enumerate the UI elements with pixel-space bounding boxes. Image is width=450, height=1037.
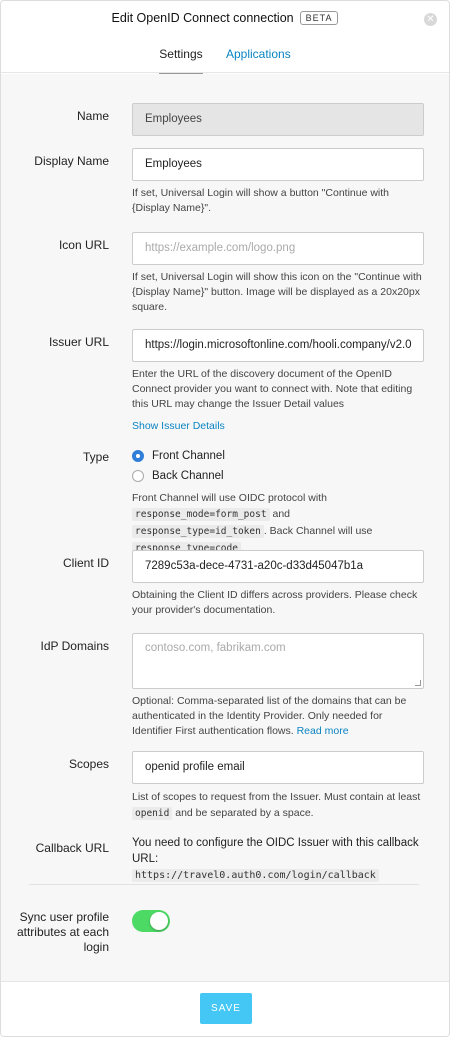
client-id-input[interactable]: 7289c53a-dece-4731-a20c-d33d45047b1a [132, 550, 424, 583]
toggle-knob [150, 912, 168, 930]
idp-domains-help: Optional: Comma-separated list of the do… [132, 695, 407, 737]
front-channel-option[interactable]: Front Channel [132, 446, 424, 466]
scopes-help: List of scopes to request from the Issue… [132, 791, 421, 820]
icon-url-help: If set, Universal Login will show this i… [132, 271, 422, 313]
modal-header: Edit OpenID Connect connection BETA ✕ Set… [1, 1, 449, 74]
code-openid: openid [132, 807, 173, 820]
issuer-url-help: Enter the URL of the discovery document … [132, 368, 413, 410]
tab-applications[interactable]: Applications [226, 47, 291, 71]
back-channel-label: Back Channel [152, 470, 224, 482]
icon-url-input[interactable]: https://example.com/logo.png [132, 232, 424, 265]
scopes-label: Scopes [68, 757, 109, 771]
display-name-input[interactable]: Employees [132, 148, 424, 181]
code-response-mode: response_mode=form_post [132, 508, 270, 521]
edit-connection-modal: Edit OpenID Connect connection BETA ✕ Set… [0, 0, 450, 1037]
sync-toggle[interactable] [132, 910, 170, 932]
tab-settings[interactable]: Settings [159, 47, 203, 74]
settings-form: Name Employees Display Name Employees If… [1, 74, 449, 981]
display-name-label: Display Name [34, 154, 109, 168]
modal-title-row: Edit OpenID Connect connection BETA [1, 11, 449, 25]
display-name-help: If set, Universal Login will show a butt… [132, 187, 390, 214]
show-issuer-details-link[interactable]: Show Issuer Details [132, 420, 424, 432]
tab-bar: Settings Applications [1, 47, 449, 74]
code-response-type-id-token: response_type=id_token [132, 525, 264, 538]
resize-handle-icon[interactable] [415, 680, 421, 686]
idp-domains-textarea[interactable]: contoso.com, fabrikam.com [132, 633, 424, 689]
issuer-url-input[interactable]: https://login.microsoftonline.com/hooli.… [132, 329, 424, 362]
callback-url-label: Callback URL [35, 841, 109, 855]
save-button[interactable]: SAVE [200, 993, 252, 1024]
type-help: Front Channel will use OIDC protocol wit… [132, 492, 373, 555]
modal-footer: SAVE [1, 981, 449, 1036]
client-id-label: Client ID [62, 556, 109, 570]
callback-url-text: You need to configure the OIDC Issuer wi… [132, 837, 419, 865]
close-icon[interactable]: ✕ [424, 13, 437, 26]
section-divider [29, 884, 419, 885]
idp-domains-label: IdP Domains [40, 639, 109, 653]
beta-badge: BETA [299, 11, 339, 25]
sync-label: Sync user profile attributes at each log… [16, 910, 109, 954]
front-channel-radio[interactable] [132, 450, 144, 462]
front-channel-label: Front Channel [152, 450, 225, 462]
read-more-link[interactable]: Read more [297, 725, 349, 737]
callback-url-value: https://travel0.auth0.com/login/callback [132, 869, 379, 882]
client-id-help: Obtaining the Client ID differs across p… [132, 589, 418, 616]
name-field: Employees [132, 103, 424, 136]
back-channel-radio[interactable] [132, 470, 144, 482]
back-channel-option[interactable]: Back Channel [132, 466, 424, 486]
scopes-input[interactable]: openid profile email [132, 751, 424, 784]
type-label: Type [82, 450, 109, 464]
icon-url-label: Icon URL [58, 238, 109, 252]
issuer-url-label: Issuer URL [48, 335, 109, 349]
idp-domains-placeholder: contoso.com, fabrikam.com [145, 642, 286, 654]
modal-title: Edit OpenID Connect connection [111, 11, 294, 25]
name-label: Name [76, 109, 109, 123]
